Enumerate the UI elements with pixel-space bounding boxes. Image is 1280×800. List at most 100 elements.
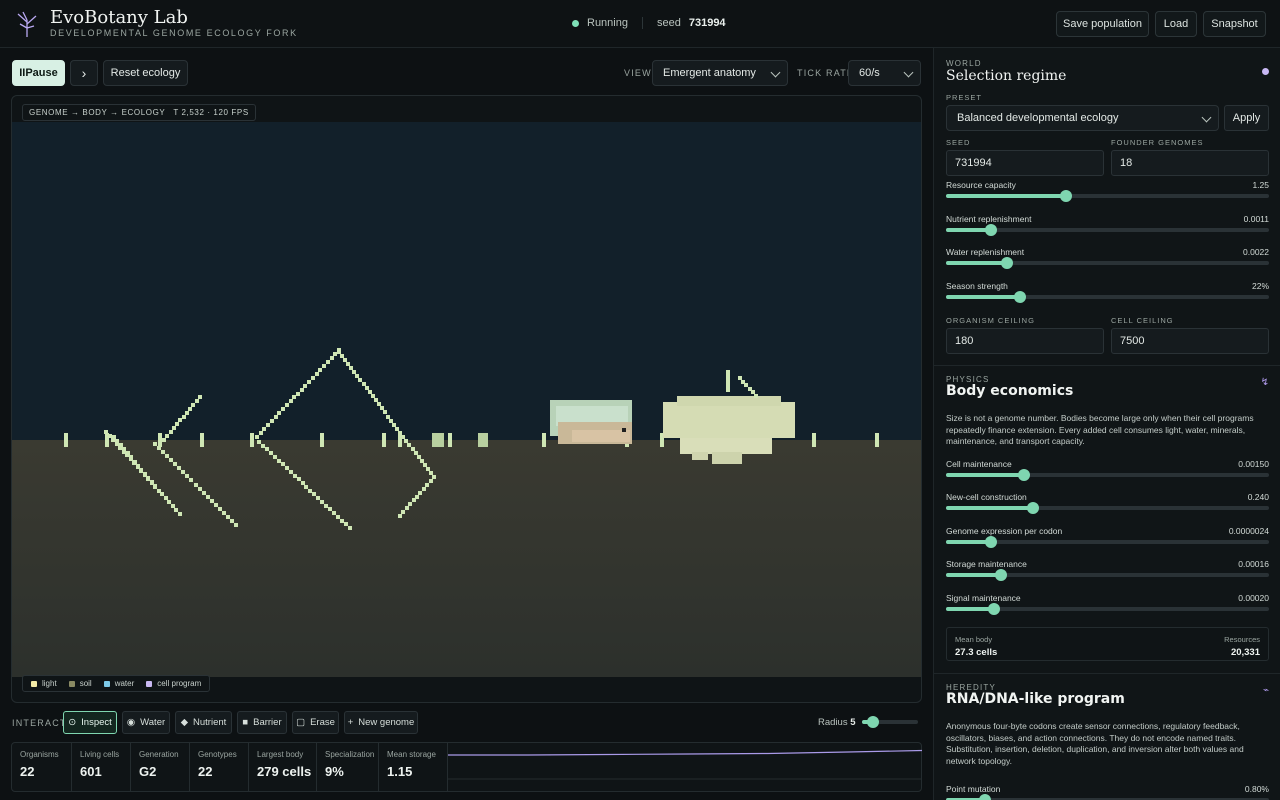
slider-handle[interactable] [985, 536, 998, 548]
seed-label: seed [656, 17, 681, 29]
signal-maintenance-label: Signal maintenance [946, 593, 1021, 603]
root-cell [104, 430, 108, 434]
stat-value: 279 cells [257, 764, 312, 779]
slider-handle[interactable] [1001, 257, 1014, 269]
slider-fill [946, 506, 1034, 510]
organism-ceiling-input[interactable]: 180 [946, 328, 1104, 354]
root-cell [269, 451, 273, 455]
root-cell [304, 485, 308, 489]
slider-handle[interactable] [1017, 469, 1030, 481]
step-button[interactable]: › [70, 60, 98, 86]
signal-maintenance-slider[interactable] [946, 603, 1269, 615]
status-divider [641, 17, 643, 29]
snapshot-button[interactable]: Snapshot [1203, 11, 1266, 37]
water-replenishment-slider[interactable] [946, 257, 1269, 269]
genome-expression-per-codon-slider[interactable] [946, 536, 1269, 548]
radius-label: Radius 5 [818, 717, 856, 728]
slider-handle[interactable] [994, 569, 1007, 581]
radius-slider[interactable] [862, 716, 918, 728]
stem-cell [172, 426, 176, 430]
slider-handle[interactable] [1059, 190, 1072, 202]
season-strength-slider[interactable] [946, 291, 1269, 303]
tool-erase-button[interactable]: ▢ Erase [292, 711, 339, 734]
root-cell [422, 487, 426, 491]
founder-genomes-input[interactable]: 18 [1111, 150, 1269, 176]
population-sparkline [448, 749, 922, 780]
ecology-world[interactable] [12, 122, 921, 677]
tool-glyph-icon: ◉ [126, 717, 136, 728]
stem-cell [188, 407, 192, 411]
sprout-cell [382, 433, 386, 447]
stem-cell [337, 350, 341, 354]
load-button[interactable]: Load [1155, 11, 1197, 37]
root-cell [425, 483, 429, 487]
stem-cell [277, 411, 281, 415]
cell-maintenance-slider[interactable] [946, 469, 1269, 481]
tool-new-genome-button[interactable]: + New genome [344, 711, 418, 734]
root-cell [344, 522, 348, 526]
stem-cell [417, 455, 421, 459]
new-cell-construction-slider[interactable] [946, 502, 1269, 514]
nutrient-replenishment-label: Nutrient replenishment [946, 214, 1032, 224]
organism-ceiling-label: ORGANISM CEILING [946, 316, 1035, 325]
chevron-down-icon [1201, 112, 1212, 123]
root-cell [174, 508, 178, 512]
stem-cell [311, 376, 315, 380]
tick-rate-select[interactable]: 60/s [848, 60, 921, 86]
seed-field-label: SEED [946, 138, 971, 147]
slider-handle[interactable] [978, 794, 991, 800]
tool-inspect-button[interactable]: ⊙ Inspect [63, 711, 117, 734]
pause-button[interactable]: IIPause [12, 60, 65, 86]
stem-cell [315, 372, 319, 376]
apply-preset-button[interactable]: Apply [1224, 105, 1269, 131]
root-cell [164, 496, 168, 500]
slider-handle[interactable] [1014, 291, 1027, 303]
stem-cell [343, 358, 347, 362]
stat-value: 22 [20, 764, 35, 779]
preset-value: Balanced developmental ecology [957, 112, 1119, 124]
view-select[interactable]: Emergent anatomy [652, 60, 788, 86]
stem-cell [292, 395, 296, 399]
preset-select[interactable]: Balanced developmental ecology [946, 105, 1219, 131]
stat-value: 9% [325, 764, 344, 779]
seed-input[interactable]: 731994 [946, 150, 1104, 176]
root-cell [401, 510, 405, 514]
legend-label: light [42, 679, 57, 688]
root-cell [189, 478, 193, 482]
tool-water-button[interactable]: ◉ Water [122, 711, 170, 734]
stem-cell [392, 423, 396, 427]
stem-cell [300, 388, 304, 392]
run-status: Running seed 731994 [572, 17, 726, 29]
root-cell [222, 511, 226, 515]
legend-item-water: water [103, 679, 134, 688]
status-text: Running [587, 17, 628, 29]
slider-handle[interactable] [988, 603, 1001, 615]
root-cell [336, 515, 340, 519]
root-cell [398, 514, 402, 518]
radius-label-text: Radius [818, 717, 848, 728]
root-cell [108, 434, 112, 438]
tool-glyph-icon: + [347, 717, 354, 728]
radius-slider-handle[interactable] [867, 716, 880, 728]
tool-barrier-button[interactable]: ■ Barrier [237, 711, 287, 734]
soil-region [12, 440, 921, 677]
resource-capacity-slider[interactable] [946, 190, 1269, 202]
slider-handle[interactable] [985, 224, 998, 236]
stem-cell [751, 390, 755, 394]
stem-cell [423, 463, 427, 467]
reset-ecology-button[interactable]: Reset ecology [103, 60, 188, 86]
tool-nutrient-button[interactable]: ◆ Nutrient [175, 711, 232, 734]
cell-ceiling-input[interactable]: 7500 [1111, 328, 1269, 354]
stem-cell [165, 434, 169, 438]
stat-generation: Generation G2 [131, 743, 190, 791]
interact-label: INTERACT [12, 718, 67, 728]
root-cell [328, 507, 332, 511]
world-section: WORLD Selection regime PRESET Balanced d… [934, 48, 1280, 366]
nutrient-replenishment-slider[interactable] [946, 224, 1269, 236]
slider-handle[interactable] [1027, 502, 1040, 514]
resources-label: Resources [1224, 635, 1260, 644]
simulation-canvas[interactable]: GENOME → BODY → ECOLOGY T 2,532 · 120 FP… [11, 95, 922, 703]
save-population-button[interactable]: Save population [1056, 11, 1149, 37]
storage-maintenance-slider[interactable] [946, 569, 1269, 581]
stem-cell [289, 399, 293, 403]
